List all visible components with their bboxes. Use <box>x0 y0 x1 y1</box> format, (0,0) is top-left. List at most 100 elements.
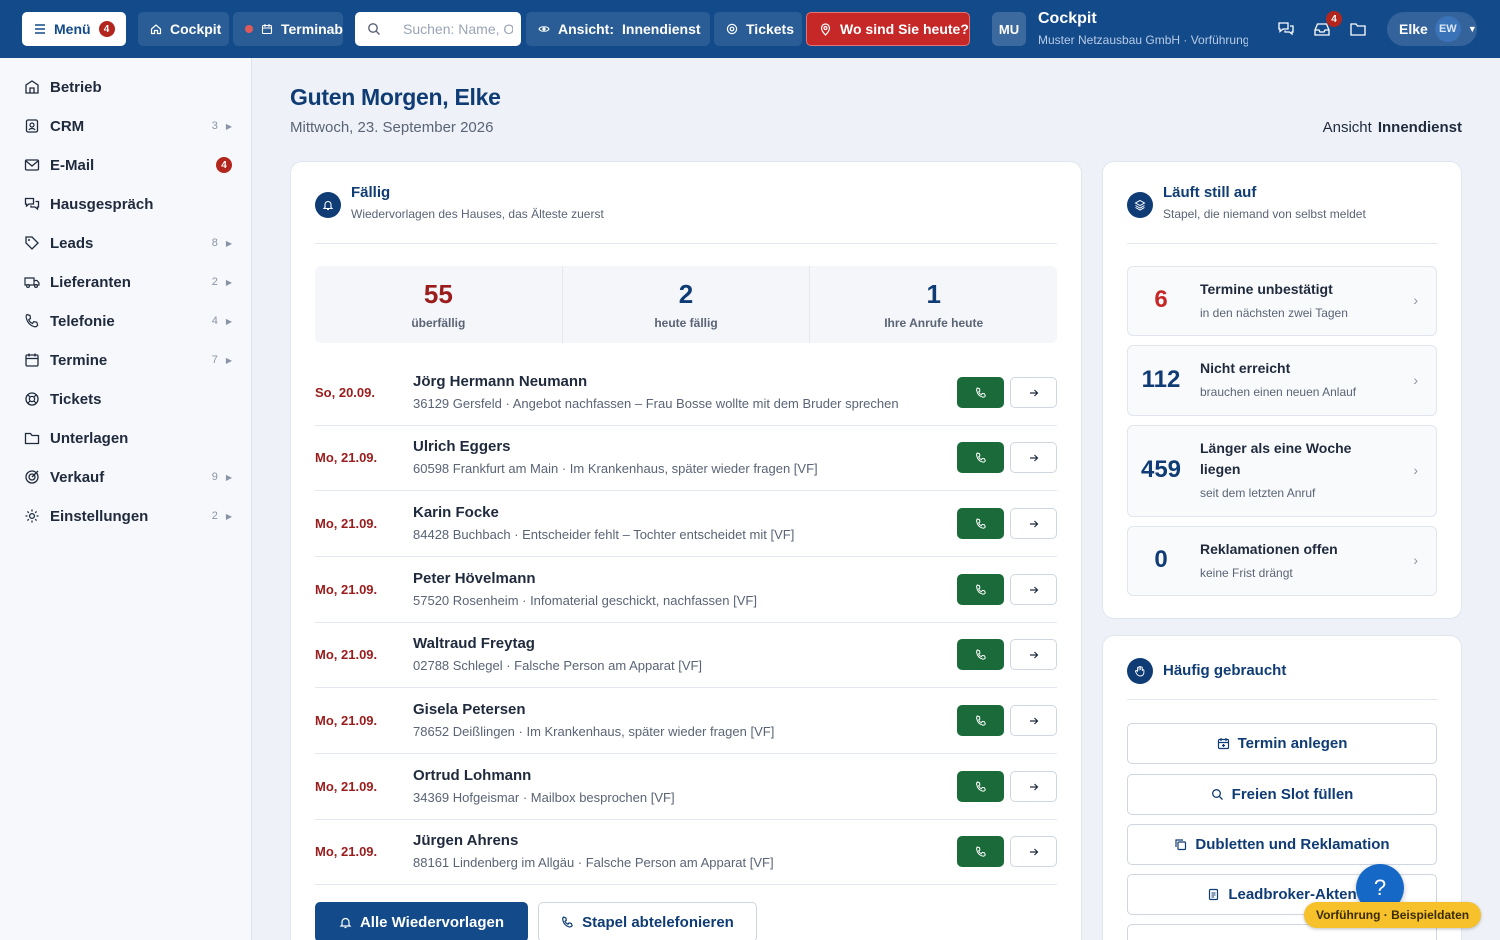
chevron-right-icon: › <box>1413 552 1418 568</box>
call-button[interactable] <box>957 705 1004 736</box>
tile-value: 459 <box>1140 456 1182 483</box>
fill-slot-button[interactable]: Freien Slot füllen <box>1127 774 1437 815</box>
menu-button[interactable]: Menü 4 <box>22 12 126 46</box>
divider <box>1127 699 1437 700</box>
list-item[interactable]: Mo, 21.09. Ortrud Lohmann 34369 Hofgeism… <box>315 755 1057 820</box>
company-avatar[interactable]: MU <box>992 12 1026 46</box>
terminabsage-tab[interactable]: Terminabsage <box>233 12 343 46</box>
list-item[interactable]: Mo, 21.09. Waltraud Freytag 02788 Schleg… <box>315 623 1057 688</box>
sidebar-item-badge: 4 <box>216 157 232 173</box>
quick-actions-header: Häufig gebraucht <box>1127 658 1286 684</box>
tile-value: 0 <box>1154 546 1168 573</box>
tile-title: Nicht erreicht <box>1200 360 1291 376</box>
sidebar-item-lieferanten[interactable]: Lieferanten 2 ▶ <box>12 265 240 299</box>
view-selector[interactable]: Ansicht: Innendienst ▼ <box>526 12 710 46</box>
contact-name: Gisela Petersen <box>413 701 526 718</box>
create-appointment-button[interactable]: Termin anlegen <box>1127 723 1437 764</box>
arrow-right-icon <box>1029 848 1038 855</box>
phone-icon <box>562 915 573 928</box>
arrow-right-icon <box>1029 651 1038 658</box>
call-button[interactable] <box>957 574 1004 605</box>
gear-icon <box>25 509 39 523</box>
contact-name: Waltraud Freytag <box>413 635 535 652</box>
tile-complaints[interactable]: 0 Reklamationen offen keine Frist drängt… <box>1127 526 1437 596</box>
all-followups-button[interactable]: Alle Wiedervorlagen <box>315 902 528 940</box>
sidebar-item-unterlagen[interactable]: Unterlagen <box>12 421 240 455</box>
due-date: Mo, 21.09. <box>315 450 378 465</box>
list-item[interactable]: Mo, 21.09. Karin Focke 84428 Buchbach · … <box>315 492 1057 557</box>
duplicates-button[interactable]: Dubletten und Reklamation <box>1127 824 1437 865</box>
sidebar-item-betrieb[interactable]: Betrieb <box>12 70 240 104</box>
search-input[interactable] <box>403 21 513 37</box>
due-date: Mo, 21.09. <box>315 779 378 794</box>
tile-older-than-week[interactable]: 459 Länger als eine Woche liegen seit de… <box>1127 425 1437 517</box>
list-item[interactable]: Mo, 21.09. Jürgen Ahrens 88161 Lindenber… <box>315 820 1057 885</box>
app-title: Cockpit <box>1038 10 1097 27</box>
contact-note: 60598 Frankfurt am Main · Im Krankenhaus… <box>413 461 818 476</box>
location-label: Wo sind Sie heute? <box>840 21 969 37</box>
open-button[interactable] <box>1010 442 1057 473</box>
call-button[interactable] <box>957 508 1004 539</box>
open-button[interactable] <box>1010 771 1057 802</box>
still-header: Läuft still auf Stapel, die niemand von … <box>1127 184 1366 221</box>
chat-button[interactable] <box>1274 17 1298 41</box>
list-item[interactable]: Mo, 21.09. Peter Hövelmann 57520 Rosenhe… <box>315 558 1057 623</box>
user-menu[interactable]: Elke EW ▼ <box>1387 12 1477 46</box>
tile-not-reached[interactable]: 112 Nicht erreicht brauchen einen neuen … <box>1127 345 1437 416</box>
sidebar-item-hausgespraech[interactable]: Hausgespräch <box>12 187 240 221</box>
call-button[interactable] <box>957 836 1004 867</box>
sidebar-item-termine[interactable]: Termine 7 ▶ <box>12 343 240 377</box>
location-button[interactable]: Wo sind Sie heute? <box>806 12 970 46</box>
open-button[interactable] <box>1010 705 1057 736</box>
list-item[interactable]: Mo, 21.09. Gisela Petersen 78652 Deißlin… <box>315 689 1057 754</box>
call-button[interactable] <box>957 442 1004 473</box>
sidebar-item-count: 2 <box>211 276 218 288</box>
user-name: Elke <box>1399 21 1428 37</box>
search-box[interactable] <box>355 12 521 46</box>
divider <box>1127 243 1437 244</box>
contact-note: 34369 Hofgeismar · Mailbox besprochen [V… <box>413 790 675 805</box>
caret-right-icon: ▶ <box>225 277 232 287</box>
stat-my-calls[interactable]: 1 Ihre Anrufe heute <box>810 266 1057 343</box>
sidebar-item-leads[interactable]: Leads 8 ▶ <box>12 226 240 260</box>
recording-dot <box>245 25 253 33</box>
tile-unconfirmed[interactable]: 6 Termine unbestätigt in den nächsten zw… <box>1127 266 1437 336</box>
contact-note: 57520 Rosenheim · Infomaterial geschickt… <box>413 593 757 608</box>
open-button[interactable] <box>1010 574 1057 605</box>
open-button[interactable] <box>1010 639 1057 670</box>
sidebar-item-label: Unterlagen <box>50 429 129 447</box>
sidebar-item-crm[interactable]: CRM 3 ▶ <box>12 109 240 143</box>
tickets-button[interactable]: Tickets <box>714 12 802 46</box>
call-button[interactable] <box>957 639 1004 670</box>
call-button[interactable] <box>957 771 1004 802</box>
stat-label: heute fällig <box>654 316 718 330</box>
arrow-right-icon <box>1029 389 1038 396</box>
demo-badge: Vorführung · Beispieldaten <box>1304 902 1482 928</box>
stat-overdue[interactable]: 55 überfällig <box>315 266 563 343</box>
calendar-plus-icon <box>1217 738 1229 750</box>
arrow-right-icon <box>1029 520 1038 527</box>
quick-actions-card: Häufig gebraucht Termin anlegen Freien S… <box>1102 635 1462 940</box>
folder-button[interactable] <box>1346 17 1370 41</box>
due-date: Mo, 21.09. <box>315 713 378 728</box>
sidebar-item-einstellungen[interactable]: Einstellungen 2 ▶ <box>12 499 240 533</box>
sidebar-item-verkauf[interactable]: Verkauf 9 ▶ <box>12 460 240 494</box>
inbox-button[interactable]: 4 <box>1310 11 1342 41</box>
contact-note: 88161 Lindenberg im Allgäu · Falsche Per… <box>413 855 774 870</box>
stat-due-today[interactable]: 2 heute fällig <box>563 266 811 343</box>
hand-icon <box>1127 658 1153 684</box>
call-button[interactable] <box>957 377 1004 408</box>
list-item[interactable]: Mo, 21.09. Ulrich Eggers 60598 Frankfurt… <box>315 426 1057 491</box>
list-item[interactable]: So, 20.09. Jörg Hermann Neumann 36129 Ge… <box>315 361 1057 426</box>
sidebar-item-tickets[interactable]: Tickets <box>12 382 240 416</box>
stack-icon <box>1127 192 1153 218</box>
sidebar-item-email[interactable]: E-Mail 4 <box>12 148 240 182</box>
open-button[interactable] <box>1010 508 1057 539</box>
inbox-badge: 4 <box>1326 11 1342 27</box>
open-button[interactable] <box>1010 836 1057 867</box>
batch-call-button[interactable]: Stapel abtelefonieren <box>538 902 757 940</box>
sidebar-item-label: Einstellungen <box>50 507 149 525</box>
cockpit-button[interactable]: Cockpit <box>138 12 229 46</box>
open-button[interactable] <box>1010 377 1057 408</box>
sidebar-item-telefonie[interactable]: Telefonie 4 ▶ <box>12 304 240 338</box>
